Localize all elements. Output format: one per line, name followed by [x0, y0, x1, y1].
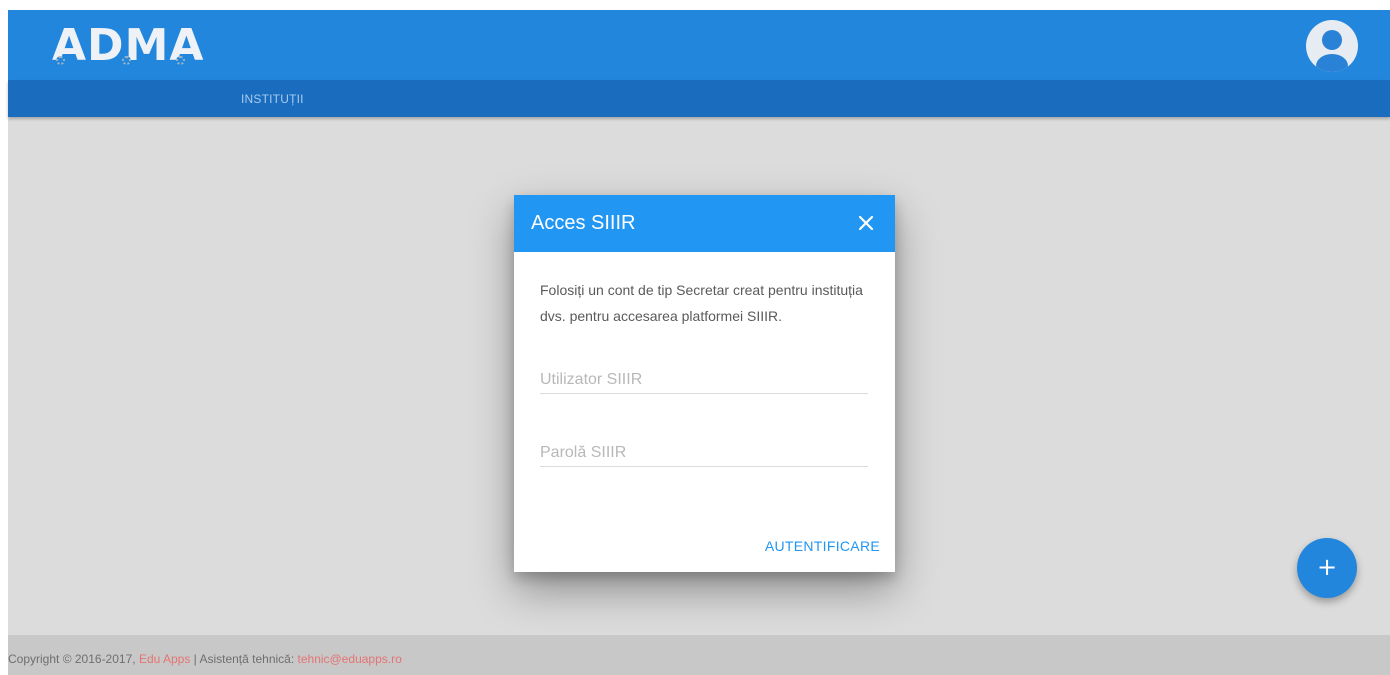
dialog-header: Acces SIIIR	[514, 195, 895, 252]
add-button[interactable]: +	[1297, 538, 1357, 598]
support-label: | Asistență tehnică:	[193, 652, 295, 666]
app-logo[interactable]: ADMA	[52, 18, 204, 74]
add-icon: +	[1316, 553, 1338, 581]
user-avatar-icon[interactable]	[1306, 20, 1358, 72]
app-container: ADMA INSTITUȚII Acces SIIIR Folosiți un …	[8, 10, 1390, 675]
gear-icon	[122, 56, 131, 65]
gear-icon	[176, 56, 185, 65]
password-field[interactable]	[540, 439, 868, 467]
copyright-text: Copyright © 2016-2017,	[8, 652, 136, 666]
dialog-title: Acces SIIIR	[531, 212, 636, 234]
top-app-bar: ADMA	[8, 10, 1390, 80]
company-link[interactable]: Edu Apps	[139, 652, 190, 666]
close-icon[interactable]	[854, 211, 878, 235]
nav-bar: INSTITUȚII	[8, 80, 1390, 117]
footer: Copyright © 2016-2017, Edu Apps | Asiste…	[8, 635, 1390, 675]
footer-text: Copyright © 2016-2017, Edu Apps | Asiste…	[8, 652, 402, 666]
siiir-access-dialog: Acces SIIIR Folosiți un cont de tip Secr…	[514, 195, 895, 572]
gear-icon	[56, 56, 65, 65]
nav-item-institutii[interactable]: INSTITUȚII	[241, 92, 304, 106]
username-field[interactable]	[540, 366, 868, 394]
dialog-description: Folosiți un cont de tip Secretar creat p…	[540, 282, 863, 324]
support-email-link[interactable]: tehnic@eduapps.ro	[298, 652, 402, 666]
login-button[interactable]: AUTENTIFICARE	[740, 535, 880, 557]
